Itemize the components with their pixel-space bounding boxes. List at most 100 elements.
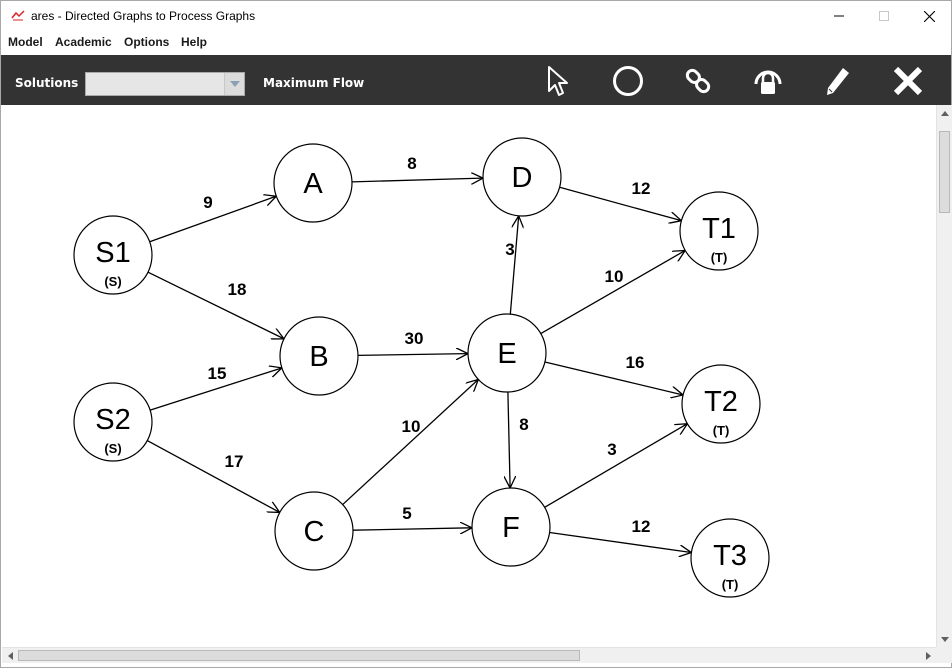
node-label: T1: [702, 213, 736, 245]
node-T2[interactable]: T2 (T): [681, 364, 761, 444]
edge-S1-B[interactable]: [147, 271, 283, 338]
scroll-down-button[interactable]: [937, 631, 952, 647]
edge-capacity-label: 8: [519, 415, 528, 434]
edit-tool-button[interactable]: [820, 63, 856, 99]
circle-icon: [613, 66, 643, 96]
window-title: ares - Directed Graphs to Process Graphs: [31, 9, 256, 23]
node-F[interactable]: F: [471, 487, 551, 567]
link-tool-button[interactable]: [680, 63, 716, 99]
edge-capacity-label: 18: [228, 280, 247, 299]
edge-capacity-label: 30: [405, 329, 424, 348]
link-icon: [685, 68, 711, 94]
vertical-scrollbar[interactable]: [936, 105, 952, 647]
edge-D-T1[interactable]: [559, 186, 681, 220]
pencil-icon: [827, 68, 849, 95]
close-x-icon: [893, 66, 923, 96]
horizontal-scrollbar[interactable]: [2, 647, 936, 663]
graph-svg[interactable]: 9 18 15 17 8 30 10 5 3 8 12 10 16 3 12 S1 (S) S2 (S) A B C D E…: [2, 105, 936, 647]
vertical-scroll-thumb[interactable]: [939, 131, 950, 213]
node-tool-button[interactable]: [610, 63, 646, 99]
edge-capacity-label: 12: [632, 179, 651, 198]
node-label: B: [309, 341, 328, 373]
edge-capacity-label: 10: [605, 267, 624, 286]
edge-A-D[interactable]: [351, 178, 482, 182]
node-T3[interactable]: T3 (T): [690, 518, 770, 598]
scrollbar-corner: [936, 647, 952, 663]
node-C[interactable]: C: [274, 491, 354, 571]
dropdown-arrow-button[interactable]: [224, 73, 244, 95]
edge-F-T2[interactable]: [544, 424, 687, 508]
edge-S2-C[interactable]: [146, 440, 279, 512]
edge-B-E[interactable]: [357, 354, 467, 356]
node-label: F: [502, 512, 520, 544]
menu-bar: Model Academic Options Help: [1, 31, 951, 54]
node-type-tag: (T): [713, 423, 730, 438]
edge-E-F[interactable]: [508, 391, 510, 487]
pointer-tool-button[interactable]: [539, 63, 575, 99]
node-label: T3: [713, 540, 747, 572]
menu-academic[interactable]: Academic: [55, 35, 112, 49]
node-type-tag: (S): [104, 274, 121, 289]
edge-capacity-label: 12: [632, 517, 651, 536]
edge-capacity-label: 17: [225, 452, 244, 471]
node-label: C: [304, 516, 325, 548]
edge-capacity-label: 5: [402, 504, 411, 523]
node-type-tag: (T): [722, 577, 739, 592]
menu-help[interactable]: Help: [181, 35, 207, 49]
node-type-tag: (S): [104, 441, 121, 456]
graph-canvas[interactable]: 9 18 15 17 8 30 10 5 3 8 12 10 16 3 12 S1 (S) S2 (S) A B C D E…: [2, 105, 936, 647]
chevron-down-icon: [941, 636, 949, 642]
node-label: E: [497, 338, 516, 370]
lock-tool-button[interactable]: [750, 63, 786, 99]
lock-icon: [754, 70, 782, 94]
close-icon: [923, 10, 935, 22]
node-T1[interactable]: T1 (T): [679, 191, 759, 271]
chevron-up-icon: [941, 110, 949, 116]
node-B[interactable]: B: [279, 316, 359, 396]
solutions-dropdown[interactable]: [85, 72, 245, 96]
scroll-up-button[interactable]: [937, 105, 952, 121]
chevron-right-icon: [925, 652, 931, 660]
minimize-button[interactable]: [816, 1, 862, 31]
node-label: A: [303, 168, 323, 200]
maximize-icon: [879, 11, 889, 21]
edge-C-F[interactable]: [352, 528, 471, 530]
edge-F-T3[interactable]: [549, 531, 691, 552]
app-logo-icon: [11, 10, 25, 21]
edge-capacity-label: 16: [626, 353, 645, 372]
node-S2[interactable]: S2 (S): [73, 382, 153, 462]
node-label: S2: [95, 404, 130, 436]
node-S1[interactable]: S1 (S): [73, 215, 153, 295]
mode-label: Maximum Flow: [263, 76, 365, 90]
node-label: S1: [95, 237, 130, 269]
toolbar: Solutions Maximum Flow: [1, 55, 951, 105]
edge-E-T1[interactable]: [540, 251, 685, 335]
scroll-right-button[interactable]: [920, 648, 936, 664]
edge-capacity-label: 8: [407, 154, 416, 173]
edge-capacity-label: 3: [607, 440, 616, 459]
solutions-label: Solutions: [15, 76, 79, 90]
node-E[interactable]: E: [467, 313, 547, 393]
chevron-left-icon: [7, 652, 13, 660]
maximize-button[interactable]: [861, 1, 907, 31]
edge-capacity-label: 3: [505, 240, 514, 259]
minimize-icon: [834, 15, 844, 17]
edge-capacity-label: 15: [208, 364, 227, 383]
edge-E-T2[interactable]: [544, 361, 682, 395]
menu-model[interactable]: Model: [8, 35, 43, 49]
node-type-tag: (T): [711, 250, 728, 265]
node-D[interactable]: D: [482, 137, 562, 217]
title-bar: ares - Directed Graphs to Process Graphs: [1, 1, 951, 31]
node-A[interactable]: A: [273, 143, 353, 223]
node-label: T2: [704, 386, 738, 418]
delete-tool-button[interactable]: [890, 63, 926, 99]
horizontal-scroll-thumb[interactable]: [18, 650, 580, 661]
scroll-left-button[interactable]: [2, 648, 18, 664]
chevron-down-icon: [229, 81, 240, 87]
node-label: D: [512, 162, 533, 194]
menu-options[interactable]: Options: [124, 35, 169, 49]
edge-E-D[interactable]: [509, 217, 518, 315]
edge-capacity-label: 10: [402, 417, 421, 436]
edge-C-E[interactable]: [342, 380, 478, 506]
close-window-button[interactable]: [906, 1, 952, 31]
